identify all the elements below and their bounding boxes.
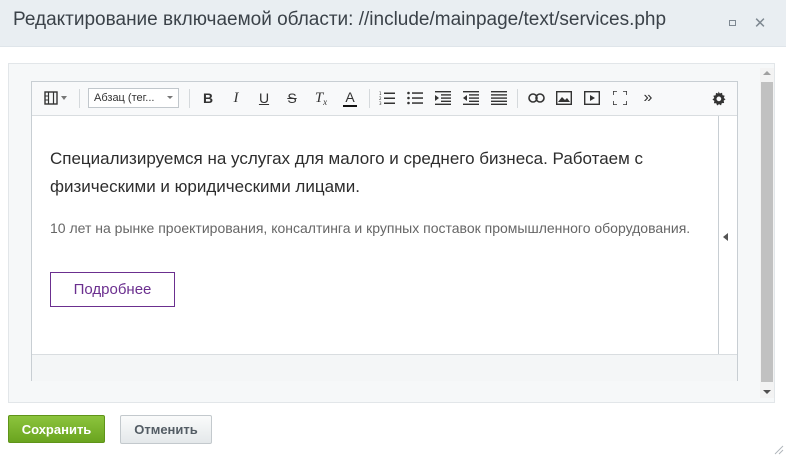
- unordered-list-icon: [407, 91, 423, 105]
- fullscreen-icon: [613, 91, 627, 105]
- chevron-down-icon: [61, 96, 67, 100]
- cancel-button[interactable]: Отменить: [120, 415, 212, 444]
- clear-format-button[interactable]: Tx: [310, 88, 332, 108]
- clear-format-icon: T: [314, 89, 324, 106]
- bold-button[interactable]: B: [198, 88, 218, 108]
- settings-button[interactable]: [708, 88, 728, 108]
- video-icon: [584, 91, 600, 105]
- editor-toolbar: Абзац (тег... B I U S Tx A 1 2 3 »: [32, 82, 737, 116]
- svg-text:3: 3: [379, 101, 382, 105]
- outdent-icon: [435, 91, 451, 105]
- strikethrough-icon: S: [287, 90, 297, 106]
- ordered-list-icon: 1 2 3: [379, 91, 395, 105]
- link-button[interactable]: [525, 88, 547, 108]
- strikethrough-button[interactable]: S: [282, 88, 302, 108]
- font-color-icon: A: [345, 88, 355, 105]
- more-details-button[interactable]: Подробнее: [50, 272, 175, 307]
- more-icon: »: [643, 89, 653, 106]
- settings-icon: [711, 90, 726, 105]
- toolbar-separator: [369, 89, 370, 108]
- dialog-scrollbar[interactable]: [760, 68, 774, 398]
- indent-button[interactable]: [460, 88, 482, 108]
- chevron-down-icon: [167, 96, 173, 99]
- editor-statusbar: [32, 354, 737, 381]
- indent-icon: [463, 91, 479, 105]
- film-strip-icon: [44, 91, 58, 105]
- close-button[interactable]: ✕: [750, 13, 770, 33]
- toolbar-separator: [79, 89, 80, 108]
- ordered-list-button[interactable]: 1 2 3: [376, 88, 398, 108]
- maximize-icon: [728, 20, 736, 26]
- outdent-button[interactable]: [432, 88, 454, 108]
- scroll-down-icon[interactable]: [763, 390, 771, 394]
- align-button[interactable]: [488, 88, 510, 108]
- font-color-button[interactable]: A: [339, 88, 361, 108]
- editor-divider: [718, 116, 719, 354]
- underline-icon: U: [258, 90, 270, 106]
- align-icon: [491, 91, 507, 105]
- format-select[interactable]: Абзац (тег...: [88, 88, 179, 108]
- collapse-arrow-icon[interactable]: [723, 233, 728, 241]
- lead-line-2: физическими и юридическими лицами.: [50, 177, 360, 196]
- dialog-titlebar: Редактирование включаемой области: //inc…: [0, 0, 786, 47]
- link-icon: [527, 93, 545, 103]
- video-button[interactable]: [581, 88, 603, 108]
- lead-paragraph: Специализируемся на услугах для малого и…: [50, 145, 718, 201]
- toolbar-separator: [517, 89, 518, 108]
- bold-icon: B: [202, 90, 214, 106]
- dialog-title: Редактирование включаемой области: //inc…: [13, 9, 667, 30]
- toolbar-separator: [189, 89, 190, 108]
- font-color-swatch: [343, 104, 357, 107]
- image-button[interactable]: [553, 88, 575, 108]
- close-icon: ✕: [753, 13, 767, 32]
- image-icon: [556, 91, 572, 105]
- italic-button[interactable]: I: [226, 88, 246, 108]
- italic-icon: I: [233, 89, 239, 106]
- scroll-up-icon[interactable]: [763, 71, 771, 75]
- format-select-value: Абзац (тег...: [94, 92, 155, 104]
- save-button[interactable]: Сохранить: [8, 415, 105, 443]
- scroll-thumb[interactable]: [761, 82, 773, 382]
- maximize-button[interactable]: [722, 13, 742, 33]
- sub-paragraph: 10 лет на рынке проектирования, консалти…: [50, 220, 691, 236]
- fullscreen-button[interactable]: [609, 88, 631, 108]
- unordered-list-button[interactable]: [404, 88, 426, 108]
- underline-button[interactable]: U: [254, 88, 274, 108]
- resize-grip-icon[interactable]: [772, 443, 784, 455]
- more-button[interactable]: »: [638, 88, 658, 108]
- editor-content-area[interactable]: Специализируемся на услугах для малого и…: [32, 116, 718, 354]
- view-mode-button[interactable]: [41, 88, 69, 108]
- lead-line-1: Специализируемся на услугах для малого и…: [50, 149, 644, 168]
- html-editor: Абзац (тег... B I U S Tx A 1 2 3 » Специ…: [31, 81, 738, 381]
